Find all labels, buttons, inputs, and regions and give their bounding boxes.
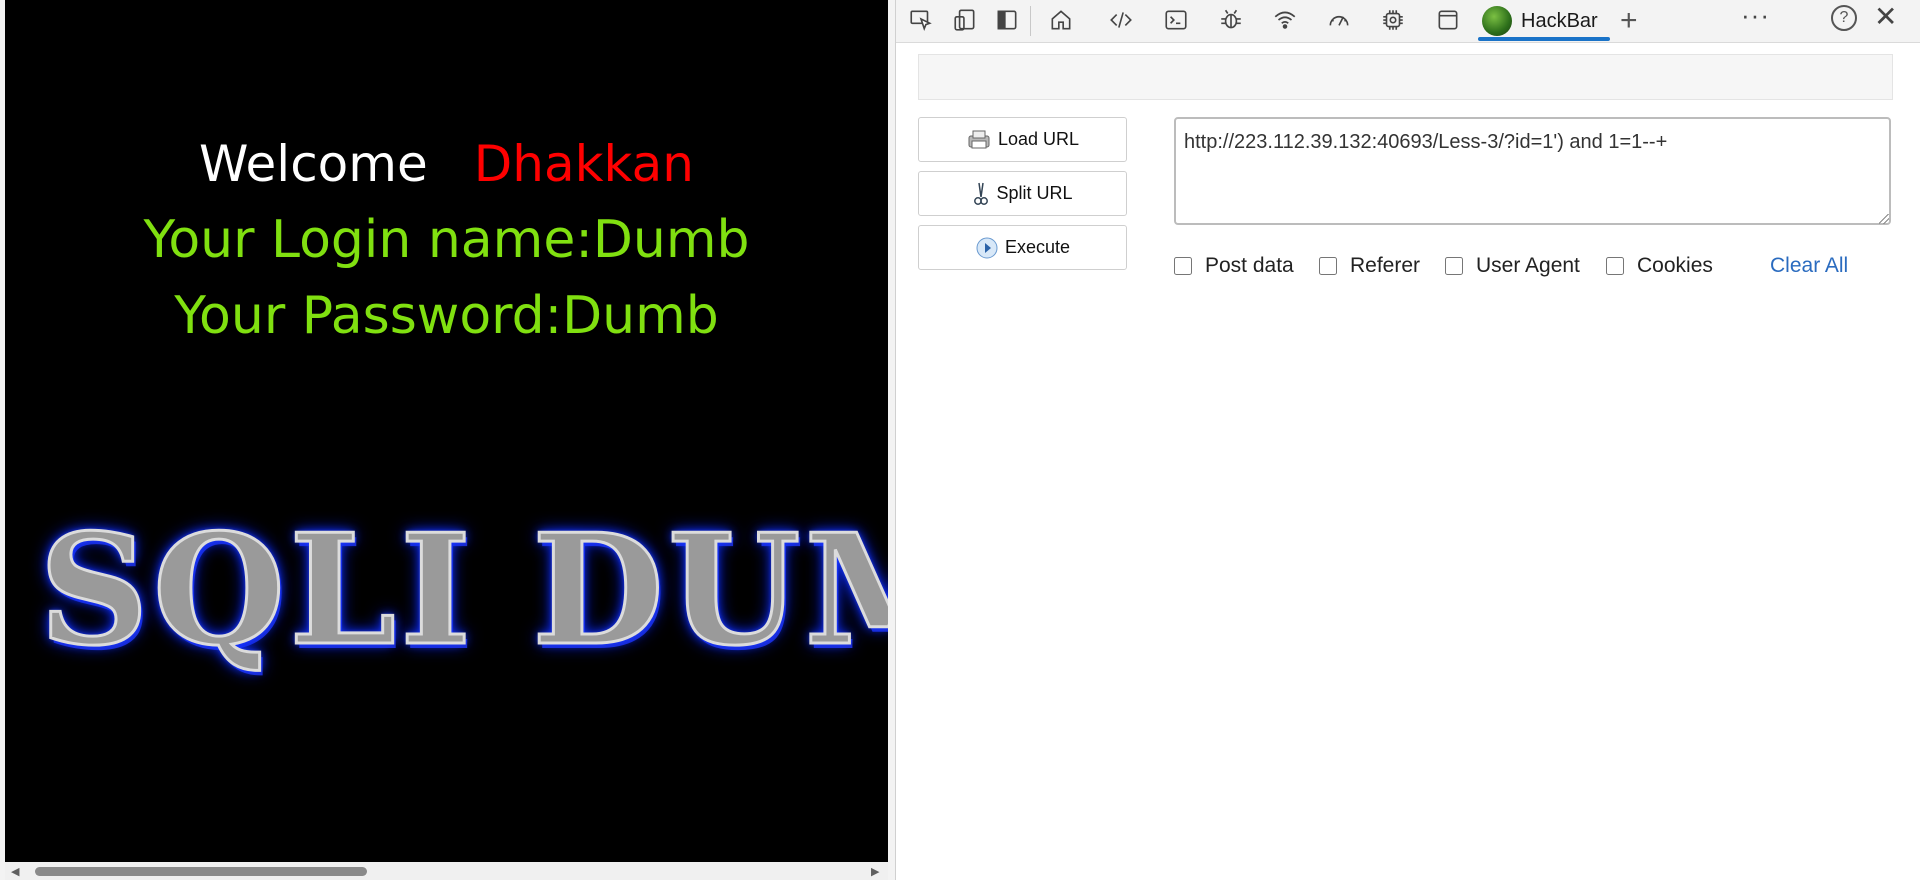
password-line: Your Password:Dumb xyxy=(174,286,719,346)
post-data-option[interactable]: Post data xyxy=(1174,254,1294,278)
add-tab-icon[interactable]: + xyxy=(1620,3,1638,39)
clear-all-link[interactable]: Clear All xyxy=(1770,254,1848,278)
split-url-button[interactable]: Split URL xyxy=(918,171,1127,216)
scroll-thumb[interactable] xyxy=(35,867,367,876)
load-url-label: Load URL xyxy=(997,129,1080,149)
welcome-text: Welcome xyxy=(199,135,428,193)
toolbar-separator xyxy=(1030,6,1031,36)
post-data-checkbox[interactable] xyxy=(1174,257,1192,275)
active-tab-indicator xyxy=(1478,37,1610,41)
cookies-option[interactable]: Cookies xyxy=(1606,254,1713,278)
cookies-checkbox[interactable] xyxy=(1606,257,1624,275)
devtools-toolbar: HackBar + ··· ? ✕ xyxy=(896,0,1920,43)
login-name-line: Your Login name:Dumb xyxy=(143,210,750,270)
welcome-name: Dhakkan xyxy=(473,135,694,193)
elements-icon[interactable] xyxy=(1106,5,1136,35)
tab-hackbar-label: HackBar xyxy=(1521,9,1598,32)
referer-option[interactable]: Referer xyxy=(1319,254,1420,278)
referer-checkbox[interactable] xyxy=(1319,257,1337,275)
load-url-button[interactable]: Load URL xyxy=(918,117,1127,162)
inspect-icon[interactable] xyxy=(906,5,936,35)
user-agent-option[interactable]: User Agent xyxy=(1445,254,1580,278)
post-data-label: Post data xyxy=(1205,254,1294,277)
resize-grip-icon[interactable] xyxy=(1879,214,1889,224)
sqli-dumb-banner: SQLI DUMB xyxy=(37,500,888,679)
horizontal-scrollbar[interactable]: ◀ ▶ xyxy=(5,862,888,880)
page-viewport: Welcome Dhakkan Your Login name:Dumb Your… xyxy=(5,0,888,862)
hackbar-logo-icon xyxy=(1482,6,1512,36)
referer-label: Referer xyxy=(1350,254,1421,277)
device-emulation-icon[interactable] xyxy=(950,5,980,35)
scroll-left-icon[interactable]: ◀ xyxy=(11,865,19,878)
hackbar-menu-bar xyxy=(918,54,1893,100)
scroll-right-icon[interactable]: ▶ xyxy=(871,865,879,878)
user-agent-label: User Agent xyxy=(1476,254,1580,277)
performance-icon[interactable] xyxy=(1324,5,1354,35)
more-options-icon[interactable]: ··· xyxy=(1741,0,1770,31)
execute-icon xyxy=(975,236,999,260)
application-icon[interactable] xyxy=(1433,5,1463,35)
cookies-label: Cookies xyxy=(1637,254,1713,277)
execute-label: Execute xyxy=(1004,237,1071,257)
help-icon[interactable]: ? xyxy=(1831,5,1857,31)
scissors-icon xyxy=(972,181,990,207)
load-url-icon xyxy=(966,129,992,151)
execute-button[interactable]: Execute xyxy=(918,225,1127,270)
memory-icon[interactable] xyxy=(1378,5,1408,35)
network-icon[interactable] xyxy=(1270,5,1300,35)
sources-icon[interactable] xyxy=(1216,5,1246,35)
console-icon[interactable] xyxy=(1161,5,1191,35)
user-agent-checkbox[interactable] xyxy=(1445,257,1463,275)
tab-hackbar[interactable]: HackBar xyxy=(1476,0,1610,42)
url-textarea[interactable]: http://223.112.39.132:40693/Less-3/?id=1… xyxy=(1174,117,1891,225)
devtools-panel: HackBar + ··· ? ✕ Load URL Split URL Exe… xyxy=(895,0,1920,880)
welcome-line: Welcome Dhakkan xyxy=(5,132,888,196)
home-icon[interactable] xyxy=(1046,5,1076,35)
split-url-label: Split URL xyxy=(996,183,1073,203)
dock-side-icon[interactable] xyxy=(992,5,1022,35)
close-icon[interactable]: ✕ xyxy=(1874,0,1897,33)
